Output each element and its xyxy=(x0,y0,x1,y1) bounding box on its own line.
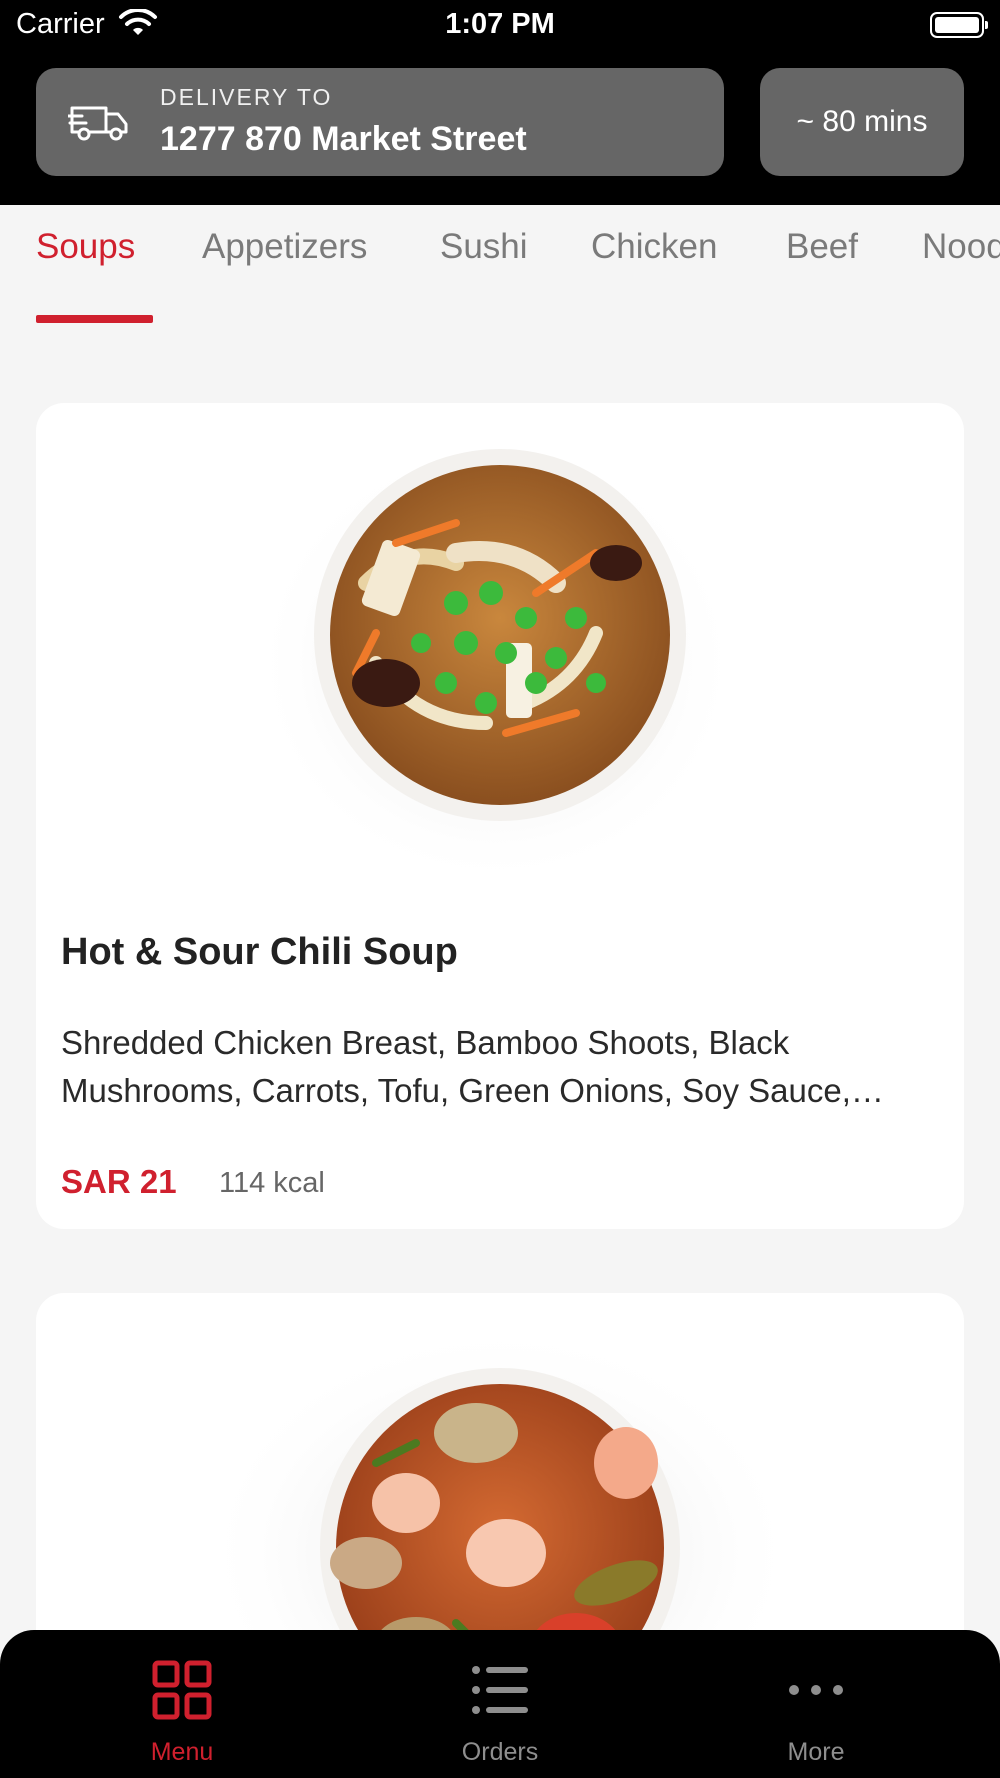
dish-photo xyxy=(251,438,741,883)
bottom-tab-bar: Menu Orders More xyxy=(0,1630,1000,1778)
battery-icon xyxy=(930,12,988,38)
active-tab-indicator xyxy=(36,315,153,323)
tab-sushi[interactable]: Sushi xyxy=(440,227,528,267)
nav-more[interactable]: More xyxy=(716,1630,916,1778)
list-icon xyxy=(472,1666,528,1714)
dish-description: Shredded Chicken Breast, Bamboo Shoots, … xyxy=(61,1024,884,1109)
nav-menu-label: Menu xyxy=(150,1738,214,1766)
status-bar: Carrier 1:07 PM xyxy=(0,0,1000,50)
nav-orders-label: Orders xyxy=(461,1738,539,1766)
tab-appetizers[interactable]: Appetizers xyxy=(202,227,367,267)
tab-chicken[interactable]: Chicken xyxy=(591,227,717,267)
dish-price: SAR 21 xyxy=(61,1163,177,1200)
nav-menu[interactable]: Menu xyxy=(82,1630,282,1778)
delivery-to-label: DELIVERY TO xyxy=(160,84,333,110)
nav-more-label: More xyxy=(787,1738,845,1766)
category-tabs: Soups Appetizers Sushi Chicken Beef Nood… xyxy=(0,205,1000,325)
delivery-truck-icon xyxy=(68,106,128,141)
tab-beef[interactable]: Beef xyxy=(786,227,858,267)
delivery-eta-badge[interactable]: ~ 80 mins xyxy=(760,68,964,176)
grid-icon xyxy=(152,1660,212,1720)
nav-orders[interactable]: Orders xyxy=(400,1630,600,1778)
app-header: Carrier 1:07 PM DELIVERY TO 1277 870 Mar… xyxy=(0,0,1000,205)
dish-name: Hot & Sour Chili Soup xyxy=(61,931,458,973)
dish-calories: 114 kcal xyxy=(219,1167,325,1199)
delivery-address: 1277 870 Market Street xyxy=(160,120,527,158)
more-icon xyxy=(789,1685,843,1695)
delivery-address-button[interactable]: DELIVERY TO 1277 870 Market Street xyxy=(36,68,724,176)
tab-noodles[interactable]: Noodles xyxy=(922,227,1000,267)
menu-item-card[interactable]: Hot & Sour Chili Soup Shredded Chicken B… xyxy=(36,403,964,1229)
clock: 1:07 PM xyxy=(445,8,555,40)
tab-soups[interactable]: Soups xyxy=(36,227,135,267)
